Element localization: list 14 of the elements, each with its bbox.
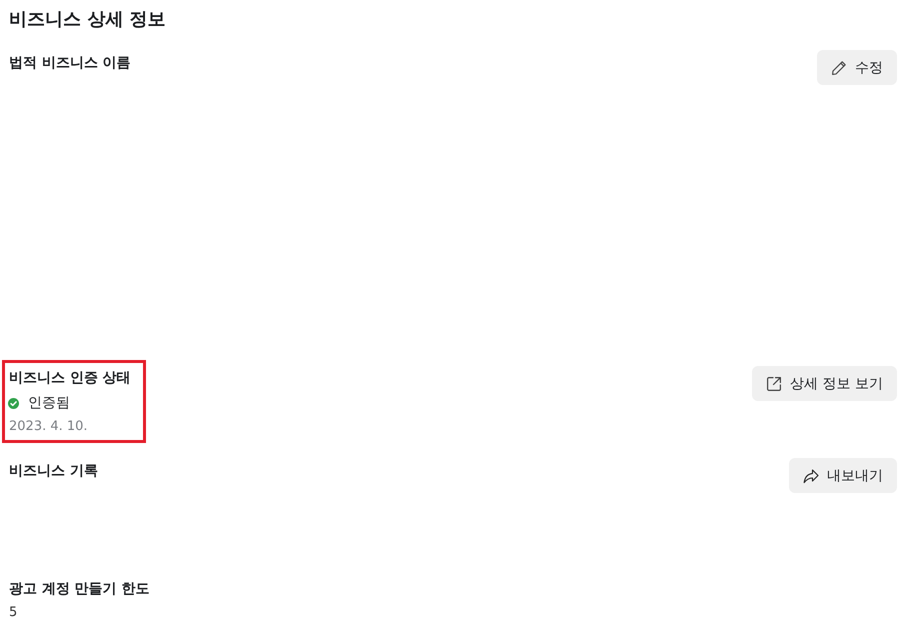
action-button[interactable]: 수정 <box>817 50 897 85</box>
share-arrow-icon <box>803 468 819 484</box>
action-button[interactable]: 내보내기 <box>789 458 897 493</box>
page-title: 비즈니스 상세 정보 <box>9 8 166 31</box>
action-button[interactable]: 상세 정보 보기 <box>752 366 897 401</box>
section-label: 광고 계정 만들기 한도 <box>9 580 150 599</box>
pencil-icon <box>831 60 847 76</box>
section-label: 법적 비즈니스 이름 <box>9 54 131 73</box>
value-text: 5 <box>9 604 18 622</box>
status-text: 인증됨 <box>28 394 70 413</box>
date-text: 2023. 4. 10. <box>9 418 88 436</box>
section-label: 비즈니스 인증 상태 <box>9 369 131 388</box>
external-link-icon <box>766 376 782 392</box>
section-label: 비즈니스 기록 <box>9 462 98 481</box>
